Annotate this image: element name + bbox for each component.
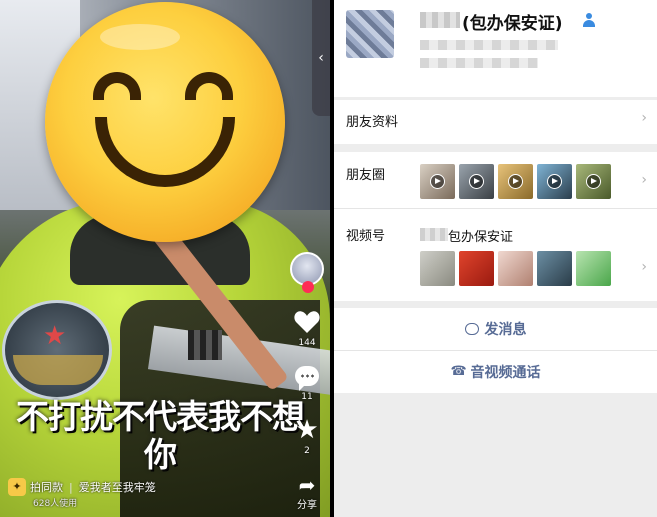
share-button[interactable]: ➦ 分享 — [292, 474, 322, 511]
screenshot-root: ★ 不打扰不代表我不想你 144 11 ★ 2 ➦ 分享 ✦ 拍同款 | 爱我者… — [0, 0, 657, 517]
chevron-right-icon: › — [641, 110, 647, 126]
av-call-label: 音视频通话 — [470, 365, 541, 381]
av-call-button[interactable]: ☎ 音视频通话 — [334, 351, 657, 393]
contact-info-pane: (包办保安证) 朋友资料 › 朋友圈 › 视频号 › 包办保安证 发消息 ☎ 音… — [334, 0, 657, 517]
comment-icon[interactable] — [292, 362, 322, 391]
mosaic-name-prefix — [420, 12, 460, 28]
row-profile[interactable]: 朋友资料 › — [334, 100, 657, 144]
favorite-count: 2 — [304, 446, 310, 456]
moment-thumb — [576, 164, 611, 199]
channel-thumb — [459, 251, 494, 286]
pixelated-badge — [188, 330, 222, 360]
mosaic-channel-prefix — [420, 228, 448, 241]
row-channels-label: 视频号 — [346, 229, 386, 244]
person-icon — [582, 13, 596, 27]
channel-thumb — [576, 251, 611, 286]
channel-thumb — [420, 251, 455, 286]
row-moments[interactable]: 朋友圈 › — [334, 152, 657, 208]
creator-avatar[interactable] — [290, 252, 324, 293]
row-channels[interactable]: 视频号 › — [334, 209, 657, 301]
template-uses: 628人使用 — [33, 499, 78, 509]
chevron-left-icon: ‹ — [318, 50, 324, 66]
contact-name: (包办保安证) — [462, 14, 563, 34]
video-caption: 不打扰不代表我不想你 — [16, 397, 305, 474]
template-tag[interactable]: ✦ 拍同款 | 爱我者至我牢笼 — [8, 476, 156, 498]
side-action-column: 144 11 ★ 2 — [290, 252, 324, 456]
play-icon — [430, 174, 445, 189]
row-moments-label: 朋友圈 — [346, 168, 386, 183]
favorite-star-icon[interactable]: ★ — [292, 415, 322, 445]
template-song: 爱我者至我牢笼 — [78, 481, 156, 494]
chevron-right-icon: › — [641, 172, 647, 188]
channel-thumb — [498, 251, 533, 286]
chat-bubble-icon — [464, 323, 479, 335]
like-count: 144 — [298, 338, 316, 348]
play-icon — [547, 174, 562, 189]
template-label: 拍同款 — [30, 481, 63, 494]
share-arrow-icon: ➦ — [298, 473, 316, 497]
row-profile-label: 朋友资料 — [346, 115, 399, 130]
contact-avatar[interactable] — [346, 10, 394, 58]
emoji-right-eye — [185, 72, 233, 100]
moment-thumb — [498, 164, 533, 199]
send-message-button[interactable]: 发消息 — [334, 308, 657, 350]
comment-count: 11 — [301, 392, 313, 402]
collapse-handle[interactable]: ‹ — [312, 0, 330, 116]
mosaic-wechat-id — [420, 40, 558, 50]
emoji-mouth — [95, 117, 235, 187]
send-message-label: 发消息 — [484, 322, 527, 338]
play-icon — [469, 174, 484, 189]
follow-plus-icon[interactable] — [302, 281, 314, 293]
heart-icon[interactable] — [292, 308, 322, 336]
channel-thumb — [537, 251, 572, 286]
moment-thumb — [537, 164, 572, 199]
emoji-left-eye — [93, 72, 141, 100]
channel-name: 包办保安证 — [448, 230, 514, 245]
moment-thumb — [420, 164, 455, 199]
profile-card: (包办保安证) — [334, 0, 657, 97]
play-icon — [508, 174, 523, 189]
template-separator: | — [69, 480, 73, 494]
mosaic-region — [420, 58, 538, 68]
template-icon: ✦ — [8, 478, 26, 496]
play-icon — [586, 174, 601, 189]
phone-icon: ☎ — [450, 364, 467, 379]
moment-thumb — [459, 164, 494, 199]
shoulder-patch: ★ — [2, 300, 112, 400]
chevron-right-icon: › — [641, 259, 647, 275]
star-icon: ★ — [43, 321, 67, 351]
smiley-emoji-sticker — [45, 2, 285, 242]
share-label: 分享 — [297, 500, 317, 511]
video-player[interactable]: ★ 不打扰不代表我不想你 144 11 ★ 2 ➦ 分享 ✦ 拍同款 | 爱我者… — [0, 0, 330, 517]
